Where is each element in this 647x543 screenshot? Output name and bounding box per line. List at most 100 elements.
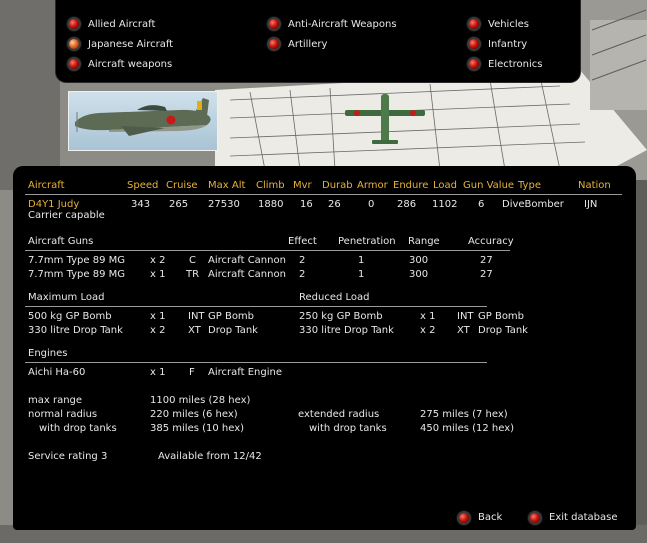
menu-item-anti-aircraft-weapons[interactable]: Anti-Aircraft Weapons — [269, 16, 397, 32]
gun-qty: x 2 — [150, 255, 166, 266]
stat-type: DiveBomber — [502, 199, 564, 210]
aircraft-data-panel: Aircraft Speed Cruise Max Alt Climb Mvr … — [13, 166, 636, 530]
menu-item-label: Electronics — [488, 58, 543, 70]
max-load-qty: x 1 — [150, 311, 166, 322]
column-header-gun-value: Gun Value — [463, 180, 515, 191]
stat-cruise: 265 — [169, 199, 189, 210]
menu-item-label: Anti-Aircraft Weapons — [288, 18, 397, 30]
normal-radius-label: normal radius — [28, 409, 98, 420]
max-load-kind: Drop Tank — [208, 325, 258, 336]
column-header-climb: Climb — [256, 180, 285, 191]
gun-accuracy: 27 — [480, 269, 493, 280]
stat-max-alt: 27530 — [208, 199, 240, 210]
gun-effect: 2 — [299, 269, 306, 280]
menu-item-electronics[interactable]: Electronics — [469, 56, 543, 72]
menu-item-label: Aircraft weapons — [88, 58, 173, 70]
stat-endure: 286 — [397, 199, 417, 210]
column-header-armor: Armor — [357, 180, 388, 191]
reduced-load-qty: x 2 — [420, 325, 436, 336]
normal-drop-tank-value: 385 miles (10 hex) — [150, 423, 245, 434]
extended-drop-tank-value: 450 miles (12 hex) — [420, 423, 515, 434]
led-button-icon — [69, 39, 79, 49]
reduced-load-name: 250 kg GP Bomb — [299, 311, 383, 322]
gun-accuracy: 27 — [480, 255, 493, 266]
back-button[interactable]: Back — [459, 512, 502, 523]
menu-item-label: Infantry — [488, 38, 528, 50]
loads-divider — [25, 306, 487, 307]
led-button-icon — [269, 19, 279, 29]
column-header-type: Type — [518, 180, 541, 191]
menu-item-label: Japanese Aircraft — [88, 38, 174, 50]
gun-range: 300 — [409, 255, 429, 266]
stat-climb: 1880 — [258, 199, 284, 210]
menu-item-label: Vehicles — [488, 18, 529, 30]
menu-item-aircraft-weapons[interactable]: Aircraft weapons — [69, 56, 172, 72]
engine-name: Aichi Ha-60 — [28, 367, 86, 378]
reduced-load-title: Reduced Load — [299, 292, 370, 303]
max-load-name: 500 kg GP Bomb — [28, 311, 112, 322]
engine-code: F — [189, 367, 195, 378]
menu-item-artillery[interactable]: Artillery — [269, 36, 327, 52]
service-rating: Service rating 3 — [28, 451, 108, 462]
led-button-icon — [530, 512, 540, 523]
gun-kind: Aircraft Cannon — [208, 255, 286, 266]
guns-section-title: Aircraft Guns — [28, 236, 94, 247]
exit-database-button[interactable]: Exit database — [530, 512, 617, 523]
led-button-icon — [469, 19, 479, 29]
menu-item-vehicles[interactable]: Vehicles — [469, 16, 529, 32]
stat-armor: 0 — [368, 199, 375, 210]
max-load-title: Maximum Load — [28, 292, 105, 303]
gun-name: 7.7mm Type 89 MG — [28, 269, 125, 280]
aircraft-name: D4Y1 Judy — [28, 199, 80, 210]
max-load-code: XT — [188, 325, 201, 336]
led-button-icon — [469, 59, 479, 69]
menu-item-infantry[interactable]: Infantry — [469, 36, 527, 52]
gun-kind: Aircraft Cannon — [208, 269, 286, 280]
normal-radius-value: 220 miles (6 hex) — [150, 409, 238, 420]
column-header-endure: Endure — [393, 180, 429, 191]
aircraft-note: Carrier capable — [28, 210, 105, 221]
aircraft-side-view-image — [69, 92, 217, 150]
reduced-load-qty: x 1 — [420, 311, 436, 322]
reduced-load-name: 330 litre Drop Tank — [299, 325, 394, 336]
led-button-icon — [69, 59, 79, 69]
reduced-load-code: INT — [457, 311, 474, 322]
max-load-name: 330 litre Drop Tank — [28, 325, 123, 336]
led-button-icon — [459, 512, 469, 523]
guns-header-range: Range — [408, 236, 440, 247]
led-button-icon — [69, 19, 79, 29]
reduced-load-kind: GP Bomb — [478, 311, 525, 322]
max-load-code: INT — [188, 311, 205, 322]
guns-divider — [25, 250, 510, 251]
reduced-load-code: XT — [457, 325, 470, 336]
stat-gun-value: 6 — [478, 199, 485, 210]
stat-speed: 343 — [131, 199, 151, 210]
gun-name: 7.7mm Type 89 MG — [28, 255, 125, 266]
menu-item-label: Artillery — [288, 38, 328, 50]
gun-effect: 2 — [299, 255, 306, 266]
column-header-load: Load — [433, 180, 457, 191]
extended-radius-value: 275 miles (7 hex) — [420, 409, 508, 420]
extended-radius-label: extended radius — [298, 409, 380, 420]
column-header-max-alt: Max Alt — [208, 180, 246, 191]
reduced-load-kind: Drop Tank — [478, 325, 528, 336]
menu-item-label: Allied Aircraft — [88, 18, 156, 30]
exit-database-button-label: Exit database — [549, 512, 618, 523]
menu-item-allied-aircraft[interactable]: Allied Aircraft — [69, 16, 155, 32]
aircraft-thumbnail — [68, 91, 218, 151]
max-load-kind: GP Bomb — [208, 311, 255, 322]
header-divider — [25, 194, 622, 195]
stat-mvr: 16 — [300, 199, 313, 210]
column-header-aircraft: Aircraft — [28, 180, 65, 191]
engine-kind: Aircraft Engine — [208, 367, 282, 378]
max-range-value: 1100 miles (28 hex) — [150, 395, 251, 406]
gun-penetration: 1 — [358, 255, 365, 266]
led-button-icon — [469, 39, 479, 49]
available-from: Available from 12/42 — [158, 451, 262, 462]
stat-durab: 26 — [328, 199, 341, 210]
menu-item-japanese-aircraft[interactable]: Japanese Aircraft — [69, 36, 173, 52]
stat-nation: IJN — [584, 199, 598, 210]
normal-drop-tank-label: with drop tanks — [39, 423, 117, 434]
column-header-nation: Nation — [578, 180, 611, 191]
engine-qty: x 1 — [150, 367, 166, 378]
